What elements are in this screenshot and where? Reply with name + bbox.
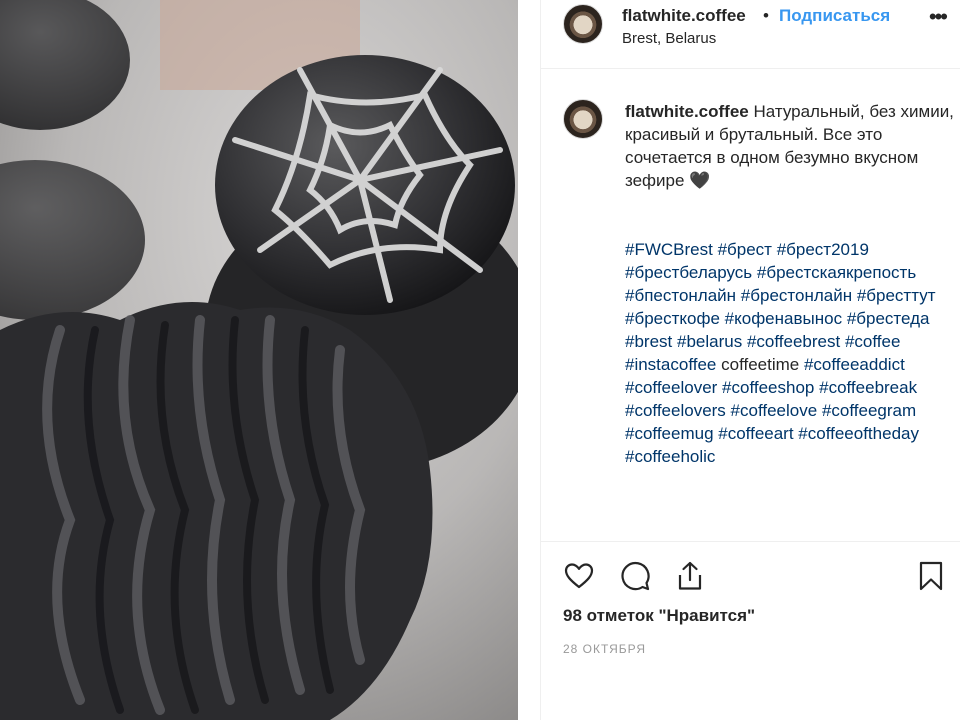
- caption-avatar[interactable]: [563, 99, 603, 139]
- hashtag-link[interactable]: #coffeelove: [731, 401, 818, 420]
- action-bar: [541, 541, 960, 610]
- hashtag-link[interactable]: #coffeegram: [822, 401, 916, 420]
- hashtag-link[interactable]: #coffeeart: [718, 424, 793, 443]
- more-options-icon[interactable]: •••: [929, 4, 948, 30]
- header-username[interactable]: flatwhite.coffee: [622, 6, 746, 26]
- hashtag-link[interactable]: #coffeemug: [625, 424, 714, 443]
- avatar[interactable]: [563, 4, 603, 44]
- hashtag-link[interactable]: #coffeelover: [625, 378, 717, 397]
- comment-button[interactable]: [619, 560, 651, 592]
- hashtag-link[interactable]: #belarus: [677, 332, 742, 351]
- caption: flatwhite.coffee Натуральный, без химии,…: [625, 100, 957, 192]
- likes-count[interactable]: 98 отметок "Нравится": [563, 606, 755, 626]
- bookmark-icon: [919, 561, 943, 591]
- hashtag-link[interactable]: #FWCBrest: [625, 240, 713, 259]
- hashtag-link[interactable]: #бресткофе: [625, 309, 720, 328]
- share-button[interactable]: [674, 560, 706, 592]
- location-link[interactable]: Brest, Belarus: [622, 30, 716, 47]
- like-button[interactable]: [563, 560, 595, 592]
- hashtag-link[interactable]: #brest: [625, 332, 672, 351]
- hashtag-list: #FWCBrest #брест #брест2019 #брестбелару…: [625, 238, 960, 468]
- hashtag-link[interactable]: #брестскаякрепость: [757, 263, 916, 282]
- hashtag-link[interactable]: #coffeebrest: [747, 332, 840, 351]
- hashtag-link[interactable]: #instacoffee: [625, 355, 716, 374]
- post-header: flatwhite.coffee • Подписаться Brest, Be…: [541, 0, 960, 69]
- caption-username[interactable]: flatwhite.coffee: [625, 102, 749, 121]
- hashtag-link[interactable]: #coffeeaddict: [804, 355, 905, 374]
- follow-button[interactable]: Подписаться: [779, 6, 890, 26]
- hashtag-link[interactable]: #брестеда: [847, 309, 930, 328]
- hashtag-link[interactable]: #брест: [718, 240, 772, 259]
- hashtag-link[interactable]: #coffeeoftheday: [798, 424, 919, 443]
- marshmallow-photo: [0, 0, 518, 720]
- hashtag-link[interactable]: #coffeebreak: [819, 378, 917, 397]
- hashtag-link[interactable]: #coffeeholic: [625, 447, 715, 466]
- separator-dot: •: [763, 6, 769, 25]
- hashtag-link[interactable]: #бпестонлайн: [625, 286, 736, 305]
- post-photo[interactable]: [0, 0, 518, 720]
- instagram-post: flatwhite.coffee • Подписаться Brest, Be…: [0, 0, 960, 720]
- hashtag-link[interactable]: #coffeeshop: [722, 378, 814, 397]
- save-button[interactable]: [915, 560, 947, 592]
- hashtag-link[interactable]: #брестбеларусь: [625, 263, 752, 282]
- heart-icon: [564, 563, 594, 589]
- caption-word: coffeetime: [721, 355, 800, 374]
- hashtag-link[interactable]: #бресттут: [857, 286, 936, 305]
- hashtag-link[interactable]: #брест2019: [777, 240, 869, 259]
- hashtag-link[interactable]: #coffeelovers: [625, 401, 726, 420]
- hashtag-link[interactable]: #кофенавынос: [725, 309, 842, 328]
- share-icon: [678, 561, 702, 590]
- post-side-panel: flatwhite.coffee • Подписаться Brest, Be…: [541, 0, 960, 720]
- hashtag-link[interactable]: #coffee: [845, 332, 900, 351]
- photo-panel-divider: [518, 0, 541, 720]
- comment-icon: [621, 562, 650, 591]
- post-date: 28 ОКТЯБРЯ: [563, 642, 647, 656]
- hashtag-link[interactable]: #брестонлайн: [741, 286, 852, 305]
